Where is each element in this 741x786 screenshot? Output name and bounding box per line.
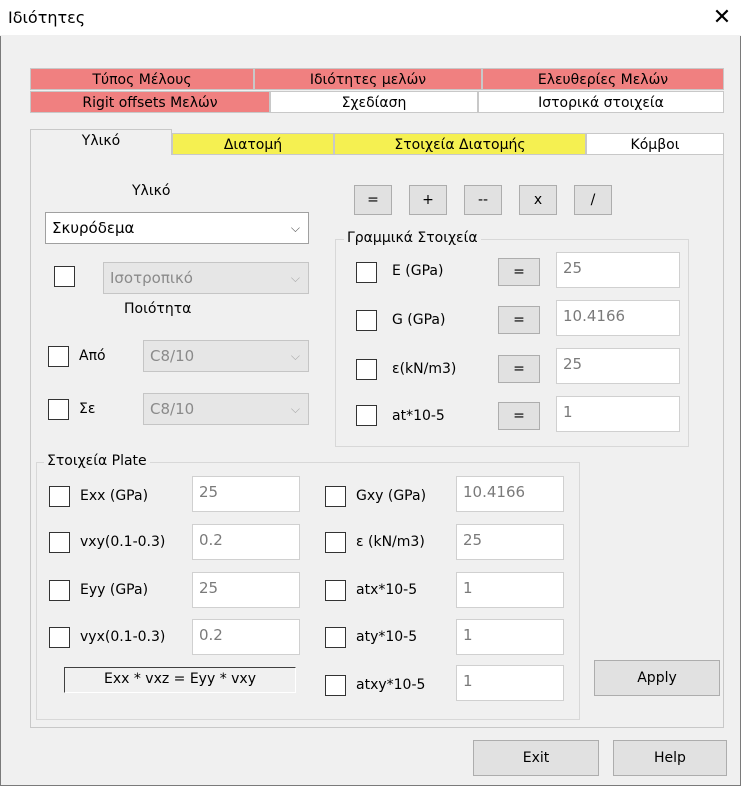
thermal-equals-button[interactable]: = xyxy=(498,402,540,430)
material-value: Σκυρόδεμα xyxy=(52,219,135,237)
exit-button[interactable]: Exit xyxy=(473,740,599,776)
linear-group-title: Γραμμικά Στοιχεία xyxy=(344,230,481,246)
atxy-input[interactable]: 1 xyxy=(456,665,564,701)
g-equals-button[interactable]: = xyxy=(498,306,540,334)
eyy-checkbox[interactable] xyxy=(49,580,70,601)
plate-formula: Exx * vxz = Eyy * vxy xyxy=(64,667,296,693)
atxy-label: atxy*10-5 xyxy=(356,677,426,693)
to-value: C8/10 xyxy=(150,400,195,418)
chevron-down-icon: ⌵ xyxy=(290,349,300,363)
to-select[interactable]: C8/10 ⌵ xyxy=(143,393,309,425)
material-label: Υλικό xyxy=(132,183,171,199)
g-input[interactable]: 10.4166 xyxy=(556,300,680,336)
density-equals-button[interactable]: = xyxy=(498,355,540,383)
gxy-input[interactable]: 10.4166 xyxy=(456,476,564,512)
e-checkbox[interactable] xyxy=(356,262,377,283)
tab-nodes[interactable]: Κόμβοι xyxy=(586,133,724,155)
from-label: Από xyxy=(79,348,106,364)
density-input[interactable]: 25 xyxy=(556,348,680,384)
plate-group-title: Στοιχεία Plate xyxy=(44,453,150,469)
g-label: G (GPa) xyxy=(392,312,446,328)
title-bar xyxy=(0,0,741,36)
tab-history[interactable]: Ιστορικά στοιχεία xyxy=(478,91,724,113)
tab-member-type[interactable]: Τύπος Μέλους xyxy=(30,68,254,90)
vyx-input[interactable]: 0.2 xyxy=(192,619,300,655)
eyy-label: Eyy (GPa) xyxy=(80,582,149,598)
quality-label: Ποιότητα xyxy=(124,301,192,317)
isotropy-select[interactable]: Ισοτροπικό ⌵ xyxy=(103,262,309,294)
thermal-input[interactable]: 1 xyxy=(556,396,680,432)
chevron-down-icon: ⌵ xyxy=(290,271,300,285)
aty-input[interactable]: 1 xyxy=(456,619,564,655)
tab-section[interactable]: Διατομή xyxy=(172,133,334,155)
from-value: C8/10 xyxy=(150,347,195,365)
aty-label: aty*10-5 xyxy=(356,629,418,645)
op-multiply-button[interactable]: x xyxy=(519,185,557,215)
gxy-checkbox[interactable] xyxy=(325,486,346,507)
eyy-input[interactable]: 25 xyxy=(192,572,300,608)
tab-drawing[interactable]: Σχεδίαση xyxy=(270,91,478,113)
isotropy-value: Ισοτροπικό xyxy=(110,269,193,287)
op-plus-button[interactable]: + xyxy=(409,185,447,215)
chevron-down-icon: ⌵ xyxy=(290,402,300,416)
window-title: Ιδιότητες xyxy=(8,8,86,27)
atx-label: atx*10-5 xyxy=(356,582,418,598)
thermal-checkbox[interactable] xyxy=(356,405,377,426)
g-checkbox[interactable] xyxy=(356,310,377,331)
atxy-checkbox[interactable] xyxy=(325,675,346,696)
from-select[interactable]: C8/10 ⌵ xyxy=(143,340,309,372)
op-equals-button[interactable]: = xyxy=(354,185,392,215)
vyx-label: vyx(0.1-0.3) xyxy=(80,629,166,645)
isotropy-checkbox[interactable] xyxy=(54,266,75,287)
tab-member-releases[interactable]: Ελευθερίες Μελών xyxy=(482,68,724,90)
tab-section-data[interactable]: Στοιχεία Διατομής xyxy=(334,133,586,155)
vxy-label: vxy(0.1-0.3) xyxy=(80,534,166,550)
aty-checkbox[interactable] xyxy=(325,627,346,648)
op-minus-button[interactable]: -- xyxy=(464,185,502,215)
op-divide-button[interactable]: / xyxy=(574,185,612,215)
from-checkbox[interactable] xyxy=(48,346,69,367)
tab-rigid-offsets[interactable]: Rigit offsets Μελών xyxy=(30,91,270,113)
e-label: E (GPa) xyxy=(392,263,444,279)
help-button[interactable]: Help xyxy=(613,740,727,776)
close-icon[interactable]: ✕ xyxy=(706,2,738,34)
apply-button[interactable]: Apply xyxy=(594,660,720,696)
density-checkbox[interactable] xyxy=(356,359,377,380)
vxy-checkbox[interactable] xyxy=(49,532,70,553)
e-input[interactable]: 25 xyxy=(556,252,680,288)
chevron-down-icon: ⌵ xyxy=(290,221,300,235)
atx-input[interactable]: 1 xyxy=(456,572,564,608)
exx-input[interactable]: 25 xyxy=(192,476,300,512)
thermal-label: at*10-5 xyxy=(392,408,445,424)
vxy-input[interactable]: 0.2 xyxy=(192,524,300,560)
material-select[interactable]: Σκυρόδεμα ⌵ xyxy=(45,212,309,244)
plate-density-input[interactable]: 25 xyxy=(456,524,564,560)
to-checkbox[interactable] xyxy=(48,399,69,420)
plate-density-checkbox[interactable] xyxy=(325,532,346,553)
tab-member-properties[interactable]: Ιδιότητες μελών xyxy=(254,68,482,90)
density-label: ε(kN/m3) xyxy=(392,361,457,377)
e-equals-button[interactable]: = xyxy=(498,258,540,286)
exx-label: Exx (GPa) xyxy=(80,488,149,504)
atx-checkbox[interactable] xyxy=(325,580,346,601)
exx-checkbox[interactable] xyxy=(49,486,70,507)
to-label: Σε xyxy=(79,401,96,417)
gxy-label: Gxy (GPa) xyxy=(356,488,427,504)
vyx-checkbox[interactable] xyxy=(49,627,70,648)
plate-density-label: ε (kN/m3) xyxy=(356,534,425,550)
tab-material[interactable]: Υλικό xyxy=(30,129,172,155)
